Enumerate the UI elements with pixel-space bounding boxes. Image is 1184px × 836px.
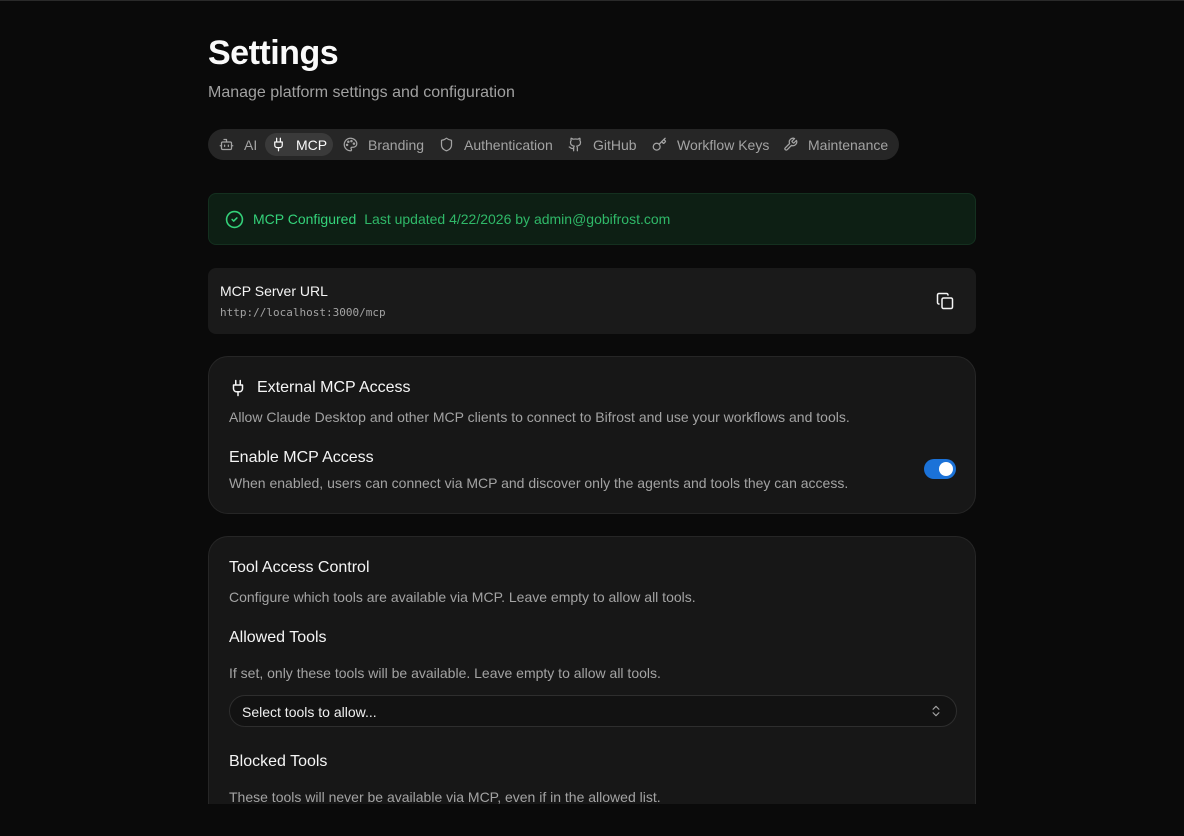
- plug-icon: [274, 137, 283, 152]
- tab-authentication-label: Authentication: [464, 136, 553, 153]
- shield-icon: [440, 137, 453, 152]
- server-url-value[interactable]: http://localhost:3000/mcp: [220, 306, 386, 319]
- tab-maintenance-label: Maintenance: [808, 136, 889, 153]
- tool-access-title: Tool Access Control: [229, 559, 370, 576]
- tool-access-card: Tool Access Control Configure which tool…: [208, 536, 976, 836]
- blocked-tools-description: These tools will never be available via …: [229, 789, 661, 805]
- tab-maintenance[interactable]: Maintenance: [777, 133, 894, 156]
- wrench-icon: [784, 137, 798, 151]
- tool-access-description: Configure which tools are available via …: [229, 589, 696, 605]
- tab-ai[interactable]: AI: [213, 133, 263, 156]
- external-access-description: Allow Claude Desktop and other MCP clien…: [229, 409, 850, 425]
- allowed-tools-select[interactable]: Select tools to allow...: [229, 695, 957, 727]
- status-title: MCP Configured: [253, 211, 357, 227]
- external-access-card: External MCP Access Allow Claude Desktop…: [208, 356, 976, 514]
- external-access-heading: External MCP Access: [229, 379, 411, 397]
- tab-branding-label: Branding: [368, 136, 425, 153]
- mcp-status-alert: MCP Configured Last updated 4/22/2026 by…: [208, 193, 976, 245]
- allowed-tools-title: Allowed Tools: [229, 629, 327, 646]
- tab-github-label: GitHub: [593, 136, 637, 153]
- palette-icon: [343, 137, 358, 152]
- tab-workflow-keys[interactable]: Workflow Keys: [646, 133, 775, 156]
- settings-tabs: AI MCP Branding Authentication GitHub Wo…: [208, 129, 899, 160]
- github-icon: [568, 137, 582, 152]
- tab-branding[interactable]: Branding: [337, 133, 430, 156]
- server-url-label: MCP Server URL: [220, 283, 328, 299]
- blocked-tools-title: Blocked Tools: [229, 753, 328, 770]
- tab-workflow-keys-label: Workflow Keys: [677, 136, 770, 153]
- page-subtitle: Manage platform settings and configurati…: [208, 84, 515, 101]
- enable-mcp-toggle[interactable]: [924, 459, 956, 479]
- key-icon: [652, 137, 667, 151]
- external-access-title: External MCP Access: [257, 379, 411, 396]
- allowed-tools-description: If set, only these tools will be availab…: [229, 665, 661, 681]
- toggle-knob: [939, 462, 953, 476]
- copy-icon[interactable]: [936, 292, 954, 310]
- plug-icon: [232, 379, 244, 397]
- bot-icon: [219, 138, 234, 151]
- top-divider: [0, 0, 1184, 1]
- allowed-tools-placeholder: Select tools to allow...: [242, 704, 377, 720]
- check-circle-icon: [225, 210, 244, 228]
- scroll-clip: [0, 804, 1184, 836]
- tab-ai-label: AI: [244, 136, 258, 153]
- enable-mcp-description: When enabled, users can connect via MCP …: [229, 475, 849, 491]
- server-url-card: MCP Server URL http://localhost:3000/mcp: [208, 268, 976, 334]
- tab-mcp-label: MCP: [296, 136, 328, 153]
- tab-mcp[interactable]: MCP: [265, 133, 334, 156]
- enable-mcp-label: Enable MCP Access: [229, 449, 374, 466]
- page-title: Settings: [208, 34, 339, 72]
- status-meta: Last updated 4/22/2026 by admin@gobifros…: [364, 211, 671, 227]
- chevrons-up-down-icon: [932, 705, 940, 717]
- tab-authentication[interactable]: Authentication: [433, 133, 559, 156]
- tab-github[interactable]: GitHub: [562, 133, 643, 156]
